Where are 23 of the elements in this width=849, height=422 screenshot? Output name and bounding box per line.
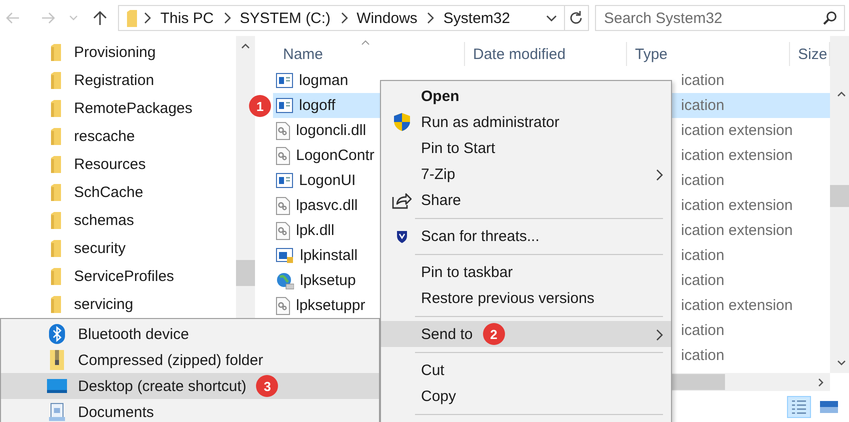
file-type: ication extension	[681, 222, 793, 239]
file-name: logoff	[299, 97, 336, 114]
file-type: ication	[681, 247, 724, 264]
file-type: ication extension	[681, 122, 793, 139]
step-badge: 2	[482, 323, 505, 345]
file-type: ication	[681, 172, 724, 189]
file-name: logoncli.dll	[296, 122, 366, 139]
step-badge: 3	[256, 375, 278, 397]
file-name: lpksetup	[300, 272, 356, 289]
file-type: ication	[681, 97, 724, 114]
file-type: ication	[681, 72, 724, 89]
file-type: ication extension	[681, 297, 793, 314]
file-name: lpk.dll	[296, 222, 334, 239]
file-name: lpasvc.dll	[296, 197, 358, 214]
file-type: ication	[681, 272, 724, 289]
step-badge: 1	[249, 95, 271, 117]
file-name: logman	[299, 72, 348, 89]
file-name: lpksetuppr	[296, 297, 366, 314]
file-name: lpkinstall	[300, 247, 358, 264]
file-type: ication extension	[681, 197, 793, 214]
file-name: LogonContr	[296, 147, 374, 164]
file-name: LogonUI	[299, 172, 356, 189]
file-type: ication extension	[681, 147, 793, 164]
